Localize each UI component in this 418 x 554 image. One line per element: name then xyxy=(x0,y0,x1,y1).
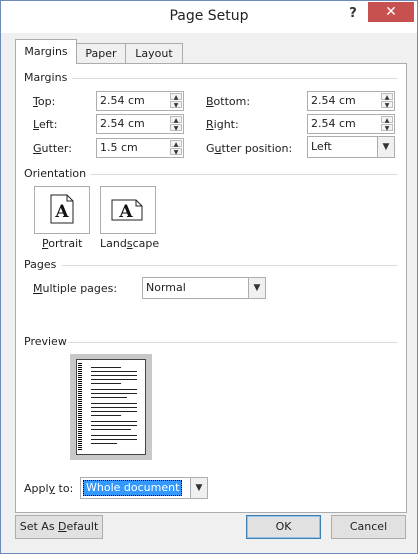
landscape-page-icon: A xyxy=(111,199,143,221)
bottom-label: Bottom: xyxy=(206,95,251,108)
left-increment-button[interactable]: ▲ xyxy=(170,116,182,124)
gutter-position-label: Gutter position: xyxy=(206,142,293,155)
gutter-position-value: Left xyxy=(311,140,332,153)
apply-to-label: Apply to: xyxy=(24,482,74,495)
help-button[interactable]: ? xyxy=(346,4,360,24)
preview-group-label: Preview xyxy=(24,335,67,348)
chevron-down-icon[interactable]: ▼ xyxy=(248,278,265,298)
bottom-increment-button[interactable]: ▲ xyxy=(381,93,393,101)
landscape-label: Landscape xyxy=(100,237,160,250)
gutter-increment-button[interactable]: ▲ xyxy=(170,140,182,148)
right-decrement-button[interactable]: ▼ xyxy=(381,124,393,132)
bottom-decrement-button[interactable]: ▼ xyxy=(381,101,393,109)
apply-to-select[interactable]: Whole document ▼ xyxy=(80,477,208,499)
gutter-input[interactable]: 1.5 cm ▲ ▼ xyxy=(96,138,184,158)
portrait-glyph: A xyxy=(54,202,69,222)
left-decrement-button[interactable]: ▼ xyxy=(170,124,182,132)
landscape-button[interactable]: A xyxy=(100,186,156,234)
top-margin-value: 2.54 cm xyxy=(100,94,145,107)
portrait-label: Portrait xyxy=(42,237,83,250)
left-label: Left: xyxy=(33,118,58,131)
gutter-label: Gutter: xyxy=(33,142,72,155)
portrait-button[interactable]: A xyxy=(34,186,90,234)
gutter-position-select[interactable]: Left ▼ xyxy=(307,136,395,158)
pages-divider xyxy=(62,265,398,266)
landscape-glyph: A xyxy=(118,202,133,221)
portrait-page-icon: A xyxy=(50,194,74,224)
top-label: Top: xyxy=(33,95,56,108)
close-button[interactable]: ✕ xyxy=(368,2,414,22)
page-preview xyxy=(70,354,152,460)
preview-page xyxy=(76,359,146,455)
chevron-down-icon[interactable]: ▼ xyxy=(377,137,394,157)
top-margin-input[interactable]: 2.54 cm ▲ ▼ xyxy=(96,91,184,111)
multiple-pages-value: Normal xyxy=(146,281,186,294)
multiple-pages-label: Multiple pages: xyxy=(33,282,118,295)
set-as-default-button[interactable]: Set As Default xyxy=(15,515,103,539)
left-margin-value: 2.54 cm xyxy=(100,117,145,130)
tab-paper[interactable]: Paper xyxy=(76,43,126,63)
tab-margins[interactable]: Margins xyxy=(15,39,77,64)
gutter-value: 1.5 cm xyxy=(100,141,138,154)
margins-divider xyxy=(72,78,398,79)
ok-button[interactable]: OK xyxy=(246,515,321,539)
pages-group-label: Pages xyxy=(24,258,57,271)
orientation-divider xyxy=(90,174,398,175)
right-increment-button[interactable]: ▲ xyxy=(381,116,393,124)
cancel-button[interactable]: Cancel xyxy=(331,515,406,539)
title-bar: Page Setup ? ✕ xyxy=(1,1,417,33)
right-margin-input[interactable]: 2.54 cm ▲ ▼ xyxy=(307,114,395,134)
bottom-margin-value: 2.54 cm xyxy=(311,94,356,107)
right-margin-value: 2.54 cm xyxy=(311,117,356,130)
page-setup-dialog: Page Setup ? ✕ Margins Paper Layout Marg… xyxy=(0,0,418,554)
gutter-decrement-button[interactable]: ▼ xyxy=(170,148,182,156)
left-margin-input[interactable]: 2.54 cm ▲ ▼ xyxy=(96,114,184,134)
preview-divider xyxy=(68,342,398,343)
right-label: Right: xyxy=(206,118,239,131)
margins-group-label: Margins xyxy=(24,71,68,84)
top-increment-button[interactable]: ▲ xyxy=(170,93,182,101)
top-decrement-button[interactable]: ▼ xyxy=(170,101,182,109)
chevron-down-icon[interactable]: ▼ xyxy=(190,478,207,498)
bottom-margin-input[interactable]: 2.54 cm ▲ ▼ xyxy=(307,91,395,111)
preview-gutter xyxy=(78,362,82,450)
margins-tab-panel: Margins Top: 2.54 cm ▲ ▼ Bottom: 2.54 cm … xyxy=(15,63,407,513)
multiple-pages-select[interactable]: Normal ▼ xyxy=(142,277,266,299)
orientation-group-label: Orientation xyxy=(24,167,87,180)
apply-to-value: Whole document xyxy=(83,480,183,496)
tab-layout[interactable]: Layout xyxy=(125,43,183,63)
